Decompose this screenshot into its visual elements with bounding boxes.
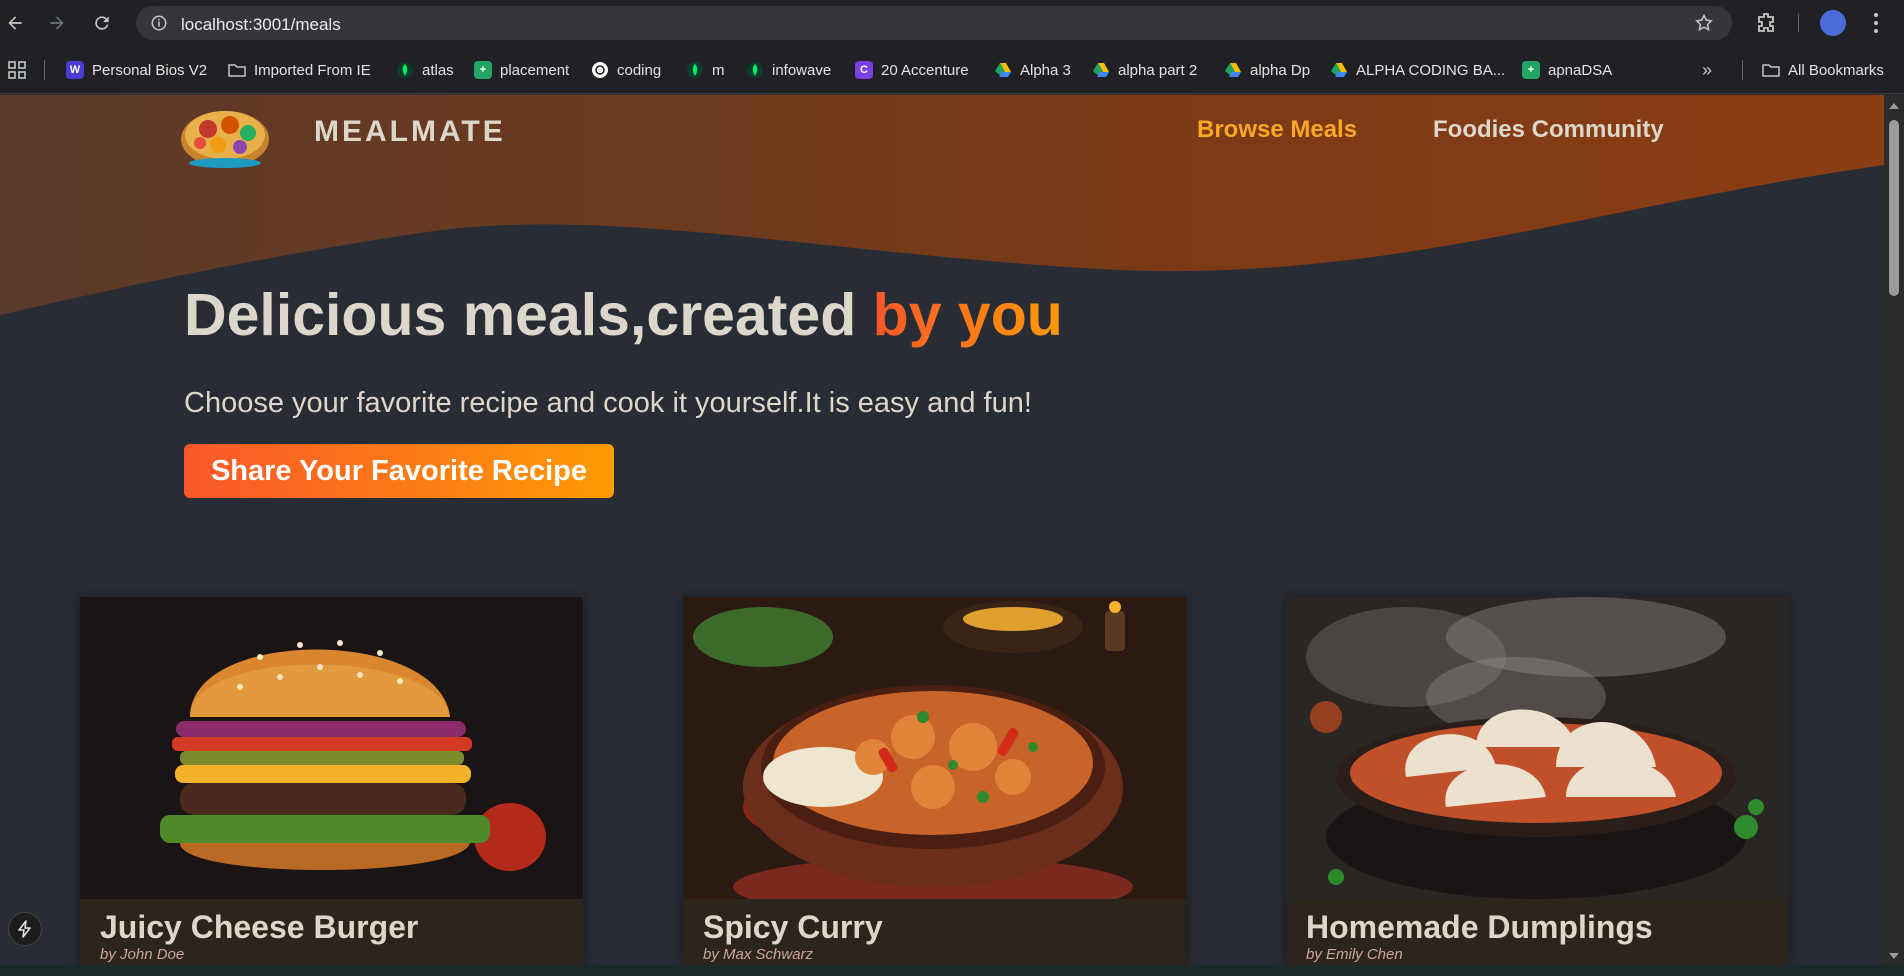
bookmark-label: infowave <box>772 61 832 79</box>
back-button[interactable] <box>2 10 28 36</box>
bookmark-item[interactable]: ALPHA CODING BA... <box>1330 59 1505 81</box>
hero-title-accent: by you <box>872 282 1063 348</box>
nav-browse-meals[interactable]: Browse Meals <box>1197 116 1357 144</box>
lightning-icon <box>18 920 31 938</box>
bookmark-label: apnaDSA <box>1548 61 1613 79</box>
bookmark-item[interactable]: m <box>686 59 725 81</box>
drive-icon <box>1225 63 1241 77</box>
bookmark-label: Personal Bios V2 <box>92 61 208 79</box>
more-bookmarks-button[interactable]: » <box>1702 59 1712 81</box>
reload-icon <box>95 16 109 30</box>
toolbar-divider <box>1798 14 1799 32</box>
hero-title: Delicious meals,created by you <box>184 281 1063 349</box>
meal-title[interactable]: Homemade Dumplings <box>1306 909 1653 946</box>
drive-icon <box>995 63 1011 77</box>
bookmark-item[interactable]: alpha Dp <box>1224 59 1310 81</box>
scroll-down-arrow-icon[interactable] <box>1889 953 1899 959</box>
back-arrow-icon <box>8 16 22 30</box>
bookmark-item[interactable]: + placement <box>474 59 569 81</box>
double-chevron-icon: » <box>1702 59 1713 80</box>
page-scrollbar[interactable] <box>1884 95 1904 965</box>
scroll-up-arrow-icon[interactable] <box>1889 103 1899 109</box>
apps-grid-icon[interactable] <box>8 61 26 79</box>
bookmark-item[interactable]: Imported From IE <box>228 59 371 81</box>
bookmark-item[interactable]: + apnaDSA <box>1522 59 1612 81</box>
bookmark-label: coding <box>617 61 662 79</box>
bookmark-label: m <box>712 61 725 79</box>
bookmark-star-icon[interactable] <box>1694 13 1714 33</box>
bookmark-item[interactable]: W Personal Bios V2 <box>66 59 207 81</box>
hero-title-main: Delicious meals,created <box>184 282 873 348</box>
kebab-menu-icon[interactable] <box>1872 12 1880 34</box>
curry-image[interactable] <box>683 597 1186 899</box>
bookmark-label: placement <box>500 61 570 79</box>
drive-icon <box>1093 63 1109 77</box>
burger-image[interactable] <box>80 597 583 899</box>
bookmark-label: 20 Accenture <box>881 61 969 79</box>
reload-button[interactable] <box>89 10 115 36</box>
url-text[interactable]: localhost:3001/meals <box>181 15 341 35</box>
forward-arrow-icon <box>50 16 64 30</box>
mongodb-leaf-icon <box>397 62 413 78</box>
sheets-icon: + <box>474 61 492 79</box>
hero-subtitle: Choose your favorite recipe and cook it … <box>184 387 1032 419</box>
chatgpt-icon <box>592 62 608 78</box>
meal-title[interactable]: Spicy Curry <box>703 909 883 946</box>
bookmark-label: atlas <box>422 61 454 79</box>
logo-food-platter-icon[interactable] <box>178 95 272 169</box>
bookmark-label: alpha part 2 <box>1118 61 1198 79</box>
meal-card-info: Homemade Dumplings by Emily Chen <box>1286 899 1789 965</box>
all-bookmarks-label: All Bookmarks <box>1788 61 1884 79</box>
meal-creator: by Max Schwarz <box>703 946 814 963</box>
address-bar[interactable]: localhost:3001/meals <box>136 6 1732 40</box>
meal-card[interactable]: Spicy Curry by Max Schwarz <box>683 597 1186 965</box>
meal-card-info: Spicy Curry by Max Schwarz <box>683 899 1186 965</box>
bookmarks-bar: W Personal Bios V2 Imported From IE atlas… <box>0 46 1904 94</box>
all-bookmarks-button[interactable]: All Bookmarks <box>1762 59 1884 81</box>
site-header: MEALMATE Browse Meals Foodies Community <box>0 95 1884 175</box>
ai-icon: W <box>66 61 84 79</box>
bookmark-item[interactable]: alpha part 2 <box>1092 59 1197 81</box>
meal-card[interactable]: Juicy Cheese Burger by John Doe <box>80 597 583 965</box>
meal-card-info: Juicy Cheese Burger by John Doe <box>80 899 583 965</box>
extensions-icon[interactable] <box>1754 11 1778 35</box>
scrollbar-thumb[interactable] <box>1889 120 1899 296</box>
bookmark-item[interactable]: C 20 Accenture <box>855 59 969 81</box>
profile-avatar[interactable] <box>1820 10 1846 36</box>
meal-title[interactable]: Juicy Cheese Burger <box>100 909 418 946</box>
mongodb-leaf-icon <box>687 62 703 78</box>
bookmark-label: alpha Dp <box>1250 61 1311 79</box>
bookmarks-divider <box>1742 60 1743 80</box>
browser-toolbar: localhost:3001/meals <box>0 0 1904 46</box>
bookmark-item[interactable]: atlas <box>396 59 454 81</box>
bookmark-item[interactable]: Alpha 3 <box>994 59 1071 81</box>
c-icon: C <box>855 61 873 79</box>
forward-button[interactable] <box>44 10 70 36</box>
folder-icon <box>228 64 246 77</box>
sheets-icon: + <box>1522 61 1540 79</box>
meal-creator: by John Doe <box>100 946 185 963</box>
dumplings-image[interactable] <box>1286 597 1789 899</box>
bookmark-item[interactable]: infowave <box>746 59 831 81</box>
bookmark-label: Alpha 3 <box>1020 61 1071 79</box>
bookmark-label: ALPHA CODING BA... <box>1356 61 1506 79</box>
bookmarks-divider <box>44 60 45 80</box>
folder-icon <box>1762 64 1780 77</box>
mongodb-leaf-icon <box>747 62 763 78</box>
dev-tools-button[interactable] <box>8 912 42 946</box>
page-viewport: MEALMATE Browse Meals Foodies Community … <box>0 95 1884 965</box>
bottom-taskbar-strip <box>0 965 1904 976</box>
share-recipe-button[interactable]: Share Your Favorite Recipe <box>184 444 614 498</box>
bookmark-item[interactable]: coding <box>591 59 661 81</box>
drive-icon <box>1331 63 1347 77</box>
nav-foodies-community[interactable]: Foodies Community <box>1433 116 1664 144</box>
site-info-icon[interactable] <box>150 14 168 32</box>
meal-creator: by Emily Chen <box>1306 946 1403 963</box>
bookmark-label: Imported From IE <box>254 61 371 79</box>
meal-card[interactable]: Homemade Dumplings by Emily Chen <box>1286 597 1789 965</box>
site-logo-text[interactable]: MEALMATE <box>314 115 506 149</box>
